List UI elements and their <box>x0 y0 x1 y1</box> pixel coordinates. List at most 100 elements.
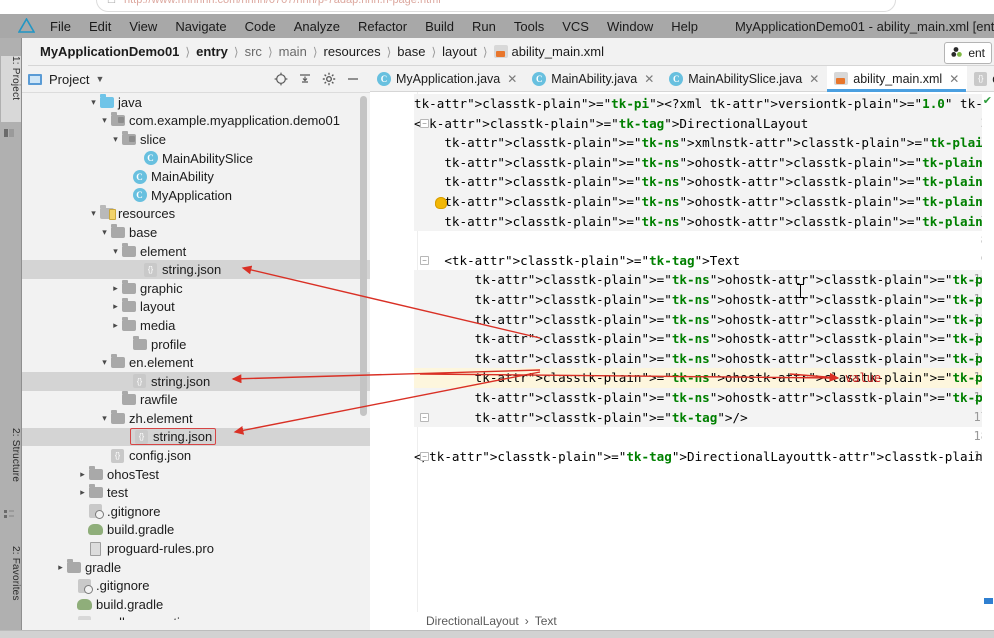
chevron-down-icon[interactable]: ▾ <box>110 246 121 257</box>
tree-item-slice[interactable]: ▾ slice <box>22 130 370 149</box>
breadcrumb-item-main[interactable]: main <box>279 44 307 59</box>
breadcrumb-item-file[interactable]: ability_main.xml <box>512 44 604 59</box>
editor-scrollbar[interactable]: ✔ <box>982 92 994 612</box>
reload-icon[interactable]: ⟳ <box>34 0 43 3</box>
tree-item-string-json[interactable]: ▸{}string.json <box>22 427 370 447</box>
code-line[interactable]: tk-attr">classtk-plain">="tk-ns">ohostk-… <box>414 349 994 369</box>
tree-item-build-gradle[interactable]: ▸build.gradle <box>22 595 370 614</box>
code-line[interactable]: <tk-attr">classtk-plain">="tk-tag">Text <box>414 251 740 271</box>
code-line[interactable]: tk-attr">classtk-plain">="tk-ns">ohostk-… <box>414 310 994 330</box>
breadcrumb-item-resources[interactable]: resources <box>324 44 381 59</box>
tree-item-graphic[interactable]: ▸ graphic <box>22 279 370 298</box>
editor-tab-mainabilityslice-java[interactable]: C MainAbilitySlice.java ✕ <box>662 66 827 91</box>
chevron-right-icon[interactable]: ▸ <box>77 487 88 498</box>
editor-breadcrumb-text[interactable]: Text <box>535 614 557 628</box>
code-fold-marker[interactable]: − <box>420 118 429 128</box>
breadcrumb-item-base[interactable]: base <box>397 44 425 59</box>
minimize-icon[interactable] <box>345 72 360 87</box>
editor-tab-mainability-java[interactable]: C MainAbility.java ✕ <box>525 66 662 91</box>
tree-item--gitignore[interactable]: ▸.gitignore <box>22 576 370 595</box>
code-line[interactable]: tk-attr">classtk-plain">="tk-ns">ohostk-… <box>414 368 994 388</box>
tree-item-gradle[interactable]: ▸ gradle <box>22 558 370 577</box>
chevron-down-icon[interactable]: ▾ <box>88 208 99 219</box>
editor-breadcrumb-directionallayout[interactable]: DirectionalLayout <box>426 614 519 628</box>
chevron-down-icon[interactable]: ▾ <box>99 227 110 238</box>
tree-item-test[interactable]: ▸ test <box>22 483 370 502</box>
code-line[interactable]: tk-attr">classtk-plain">="tk-ns">ohostk-… <box>414 212 994 232</box>
tree-item-gradle-properties[interactable]: ▸gradle.properties <box>22 614 370 620</box>
code-line[interactable]: tk-attr">classtk-plain">="tk-ns">xmlnstk… <box>414 133 994 153</box>
code-fold-marker[interactable]: − <box>420 412 429 422</box>
breadcrumb-item-src[interactable]: src <box>245 44 262 59</box>
tree-item-profile[interactable]: ▸profile <box>22 335 370 354</box>
chevron-down-icon[interactable]: ▾ <box>99 413 110 424</box>
close-icon[interactable]: ✕ <box>507 72 517 86</box>
tree-item-ohostest[interactable]: ▸ ohosTest <box>22 465 370 484</box>
chevron-down-icon[interactable]: ▼ <box>95 74 104 84</box>
breadcrumb-item-project[interactable]: MyApplicationDemo01 <box>40 44 179 59</box>
code-line[interactable]: tk-attr">classtk-plain">="tk-ns">ohostk-… <box>414 290 994 310</box>
no-errors-checkmark-icon[interactable]: ✔ <box>983 94 992 107</box>
chevron-down-icon[interactable]: ▾ <box>99 357 110 368</box>
menu-file[interactable]: File <box>41 17 80 36</box>
project-tree-scrollbar[interactable] <box>360 96 367 416</box>
back-arrow-icon[interactable]: ‹ <box>8 0 12 2</box>
run-configuration-selector[interactable]: ent <box>944 42 992 64</box>
code-line[interactable]: <tk-attr">classtk-plain">="tk-tag">Direc… <box>414 114 808 134</box>
chevron-down-icon[interactable]: ▾ <box>99 115 110 126</box>
code-line[interactable]: tk-attr">classtk-plain">="tk-ns">ohostk-… <box>414 388 994 408</box>
breadcrumb-item-entry[interactable]: entry <box>196 44 228 59</box>
tree-item-proguard-rules-pro[interactable]: ▸proguard-rules.pro <box>22 539 370 558</box>
menu-run[interactable]: Run <box>463 17 505 36</box>
code-line[interactable]: tk-attr">classtk-plain">="tk-ns">ohostk-… <box>414 172 994 192</box>
code-line[interactable]: tk-attr">classtk-plain">="tk-ns">ohostk-… <box>414 153 994 173</box>
menu-build[interactable]: Build <box>416 17 463 36</box>
structure-tool-icon[interactable] <box>4 508 16 520</box>
editor-tab-myapplication-java[interactable]: C MyApplication.java ✕ <box>370 66 525 91</box>
chevron-right-icon[interactable]: ▸ <box>110 320 121 331</box>
chevron-down-icon[interactable]: ▾ <box>88 97 99 108</box>
tree-item-zh-element[interactable]: ▾ zh.element <box>22 409 370 428</box>
code-editor[interactable]: 1tk-attr">classtk-plain">="tk-pi"><?xml … <box>370 92 994 612</box>
menu-view[interactable]: View <box>120 17 166 36</box>
tree-item--gitignore[interactable]: ▸.gitignore <box>22 502 370 521</box>
close-icon[interactable]: ✕ <box>809 72 819 86</box>
editor-tab-con[interactable]: {}con <box>967 66 994 91</box>
tree-item-myapplication[interactable]: ▸CMyApplication <box>22 186 370 205</box>
code-line[interactable]: tk-attr">classtk-plain">="tk-ns">ohostk-… <box>414 329 994 349</box>
tree-item-rawfile[interactable]: ▸rawfile <box>22 391 370 410</box>
tree-item-media[interactable]: ▸ media <box>22 316 370 335</box>
sidebar-tab-structure[interactable]: 2: Structure <box>1 428 21 504</box>
url-omnibox[interactable]: ☐ http://www.nnnnnn.com/hhhh/0707/nnn/p-… <box>96 0 896 12</box>
menu-edit[interactable]: Edit <box>80 17 120 36</box>
chevron-down-icon[interactable]: ▾ <box>110 134 121 145</box>
close-icon[interactable]: ✕ <box>949 72 959 86</box>
menu-navigate[interactable]: Navigate <box>166 17 235 36</box>
code-line[interactable]: </tk-attr">classtk-plain">="tk-tag">Dire… <box>414 447 994 467</box>
project-tool-icon[interactable] <box>4 126 16 138</box>
tree-item-en-element[interactable]: ▾ en.element <box>22 353 370 372</box>
code-fold-marker[interactable]: − <box>420 451 429 461</box>
menu-code[interactable]: Code <box>236 17 285 36</box>
tree-item-element[interactable]: ▾ element <box>22 242 370 261</box>
tree-item-mainability[interactable]: ▸CMainAbility <box>22 167 370 186</box>
sidebar-tab-project[interactable]: 1: Project <box>1 56 21 122</box>
menu-window[interactable]: Window <box>598 17 662 36</box>
tree-item-base[interactable]: ▾ base <box>22 223 370 242</box>
sidebar-tab-favorites[interactable]: 2: Favorites <box>1 546 21 626</box>
chevron-right-icon[interactable]: ▸ <box>110 301 121 312</box>
locate-icon[interactable] <box>273 72 288 87</box>
code-line[interactable]: tk-attr">classtk-plain">="tk-tag">/> <box>414 408 748 428</box>
project-file-tree[interactable]: ▾ java ▾ com.example.myapplication.demo01 ▾ s… <box>22 93 370 620</box>
code-fold-marker[interactable]: − <box>420 255 429 265</box>
tree-item-mainabilityslice[interactable]: ▸CMainAbilitySlice <box>22 149 370 168</box>
chevron-right-icon[interactable]: ▸ <box>77 469 88 480</box>
close-icon[interactable]: ✕ <box>644 72 654 86</box>
chevron-right-icon[interactable]: ▸ <box>55 562 66 573</box>
menu-analyze[interactable]: Analyze <box>285 17 349 36</box>
tree-item-resources[interactable]: ▾ resources <box>22 205 370 224</box>
bookmark-icon[interactable]: ☐ <box>107 0 116 6</box>
tree-item-config-json[interactable]: ▸{}config.json <box>22 446 370 465</box>
menu-refactor[interactable]: Refactor <box>349 17 416 36</box>
chevron-right-icon[interactable]: ▸ <box>110 283 121 294</box>
